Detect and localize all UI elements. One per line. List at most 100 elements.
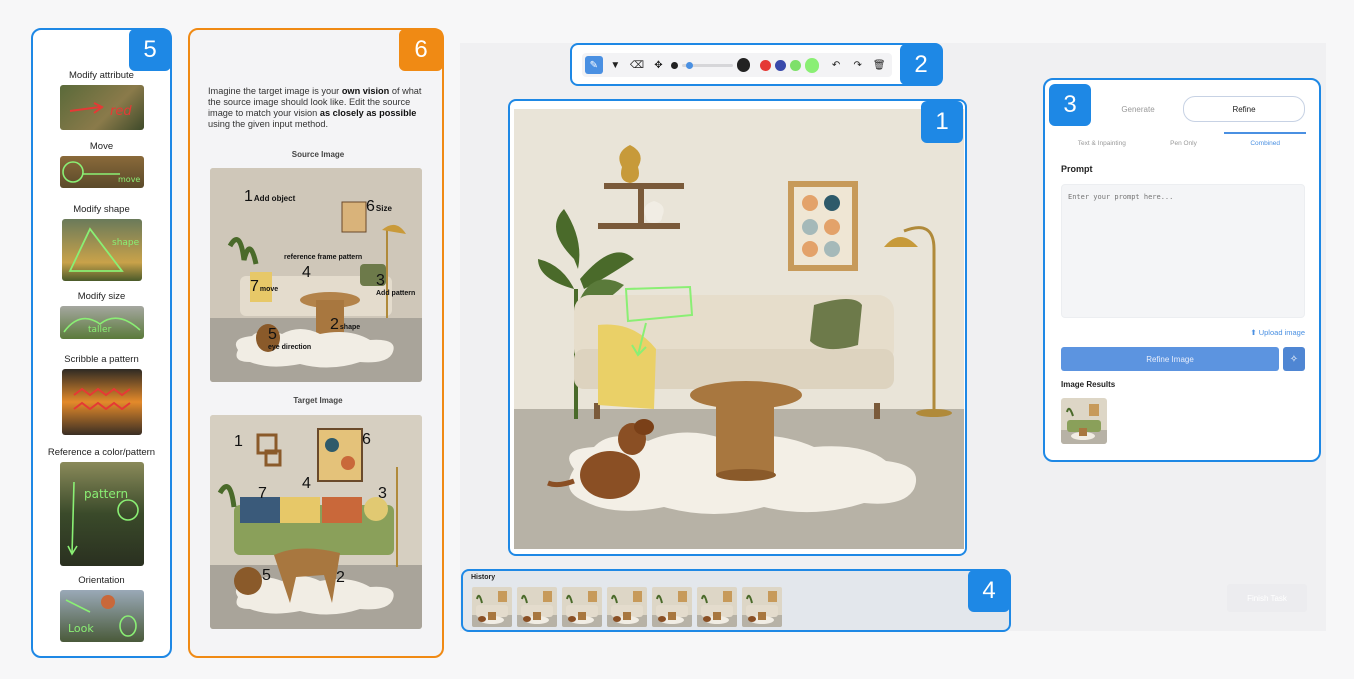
- undo-button[interactable]: ↶: [827, 56, 845, 74]
- example-label: Scribble a pattern: [64, 354, 139, 365]
- scribble-text: taller: [88, 325, 112, 335]
- color-swatch-blue[interactable]: [775, 59, 786, 71]
- finish-task-button[interactable]: Finish Task: [1227, 584, 1307, 612]
- example-modify-attribute: Modify attribute red: [33, 70, 170, 130]
- tab-refine[interactable]: Refine: [1183, 96, 1305, 122]
- source-annotation: 3 Add pattern: [376, 272, 416, 297]
- example-orientation: Orientation Look: [33, 575, 170, 642]
- image-result-thumbnail[interactable]: [1061, 398, 1107, 444]
- generation-panel: 3 Generate Refine Text & Inpainting Pen …: [1043, 78, 1321, 462]
- example-thumbnail: move: [59, 156, 144, 188]
- panel-badge-1: 1: [921, 101, 963, 143]
- scribble-text: Look: [68, 622, 94, 635]
- edit-canvas[interactable]: 1: [508, 99, 967, 556]
- history-title: History: [471, 574, 496, 581]
- panel-badge-2: 2: [900, 44, 942, 85]
- color-swatch-selected[interactable]: [804, 57, 820, 73]
- source-annotation: 1Add object: [244, 188, 296, 205]
- pen-tool-button[interactable]: ✎: [585, 56, 603, 74]
- redo-icon: ↷: [853, 59, 862, 71]
- source-annotation: 4: [302, 264, 311, 281]
- source-annotation: 5 eye direction: [268, 326, 312, 351]
- panel-badge-5: 5: [129, 29, 171, 71]
- target-annotation: 4: [302, 475, 311, 492]
- subtab-text-inpainting[interactable]: Text & Inpainting: [1061, 132, 1143, 152]
- history-thumbnail[interactable]: [517, 587, 557, 627]
- canvas-room-image[interactable]: [514, 109, 964, 549]
- clear-button[interactable]: 🗑: [870, 56, 888, 74]
- example-scribble-pattern: Scribble a pattern: [33, 354, 170, 435]
- marker-icon: ▼: [610, 59, 621, 71]
- example-thumbnail: Look: [59, 590, 144, 642]
- subtab-combined[interactable]: Combined: [1224, 132, 1307, 152]
- example-label: Orientation: [78, 575, 125, 586]
- history-thumbnail[interactable]: [697, 587, 737, 627]
- target-image: 1 6 7 4 3 5 2: [210, 415, 422, 629]
- example-thumbnail: taller: [59, 306, 144, 339]
- source-annotation: reference frame pattern: [284, 254, 363, 261]
- undo-icon: ↶: [831, 59, 841, 71]
- example-label: Modify attribute: [69, 70, 134, 81]
- scribble-text: move: [118, 175, 140, 184]
- target-annotation: 2: [336, 569, 345, 586]
- eraser-icon: ⌫: [629, 59, 644, 71]
- magic-wand-icon: ✧: [1289, 353, 1299, 365]
- brush-size-slider[interactable]: [682, 61, 733, 69]
- source-annotation: 2shape: [330, 316, 361, 333]
- example-thumbnail: shape: [61, 219, 142, 281]
- marker-tool-button[interactable]: ▼: [607, 56, 625, 74]
- panel-badge-3: 3: [1049, 84, 1091, 126]
- example-modify-shape: Modify shape shape: [33, 204, 170, 281]
- history-thumbnail[interactable]: [607, 587, 647, 627]
- example-modify-size: Modify size taller: [33, 291, 170, 339]
- image-results-label: Image Results: [1061, 380, 1116, 389]
- instruction-text: Imagine the target image is your own vis…: [208, 86, 422, 129]
- scribble-text: red: [110, 104, 132, 119]
- magic-wand-button[interactable]: ✧: [1283, 347, 1305, 371]
- source-image-title: Source Image: [291, 150, 345, 159]
- target-annotation: 5: [262, 567, 271, 584]
- source-image: 1Add object 6Size reference frame patter…: [210, 168, 422, 382]
- color-swatch-red[interactable]: [760, 59, 772, 71]
- example-thumbnail: red: [59, 85, 144, 130]
- example-label: Reference a color/pattern: [47, 447, 156, 458]
- refine-image-button[interactable]: Refine Image: [1061, 347, 1279, 371]
- move-tool-button[interactable]: ✥: [650, 56, 668, 74]
- examples-panel: 5 Modify attribute red Move move Modify …: [31, 28, 172, 658]
- redo-button[interactable]: ↷: [849, 56, 867, 74]
- color-swatch-green[interactable]: [789, 59, 801, 71]
- input-method-tabs: Text & Inpainting Pen Only Combined: [1061, 132, 1307, 152]
- eraser-tool-button[interactable]: ⌫: [628, 56, 646, 74]
- prompt-label: Prompt: [1061, 164, 1093, 174]
- history-thumbnail[interactable]: [562, 587, 602, 627]
- target-annotation: 3: [378, 485, 387, 502]
- example-label: Move: [89, 141, 114, 152]
- target-image-title: Target Image: [293, 396, 343, 405]
- history-thumbnail-list: [472, 587, 787, 627]
- drawing-toolbar: ✎ ▼ ⌫ ✥ ↶ ↷ 🗑 2: [570, 43, 943, 86]
- source-annotation: 7move: [250, 278, 279, 295]
- brush-size-min-icon: [671, 61, 679, 69]
- trash-icon: 🗑: [872, 59, 886, 71]
- example-thumbnail: [61, 369, 142, 435]
- panel-badge-4: 4: [968, 570, 1010, 612]
- subtab-pen-only[interactable]: Pen Only: [1143, 132, 1225, 152]
- target-annotation: 7: [258, 485, 267, 502]
- example-thumbnail: pattern: [59, 462, 144, 566]
- toolbar-controls: ✎ ▼ ⌫ ✥ ↶ ↷ 🗑: [582, 53, 892, 77]
- move-icon: ✥: [654, 59, 663, 71]
- brush-size-max-icon: [736, 58, 751, 72]
- example-reference-pattern: Reference a color/pattern pattern: [33, 447, 170, 566]
- upload-image-link[interactable]: ⬆ Upload image: [1250, 328, 1305, 337]
- prompt-input[interactable]: [1061, 184, 1305, 318]
- tab-generate[interactable]: Generate: [1097, 96, 1179, 122]
- history-thumbnail[interactable]: [652, 587, 692, 627]
- example-move: Move move: [33, 141, 170, 188]
- history-thumbnail[interactable]: [742, 587, 782, 627]
- scribble-text: pattern: [84, 487, 128, 501]
- history-thumbnail[interactable]: [472, 587, 512, 627]
- example-label: Modify size: [77, 291, 126, 302]
- target-annotation: 1: [234, 433, 243, 450]
- scribble-text: shape: [112, 238, 140, 248]
- source-annotation: 6Size: [366, 198, 392, 215]
